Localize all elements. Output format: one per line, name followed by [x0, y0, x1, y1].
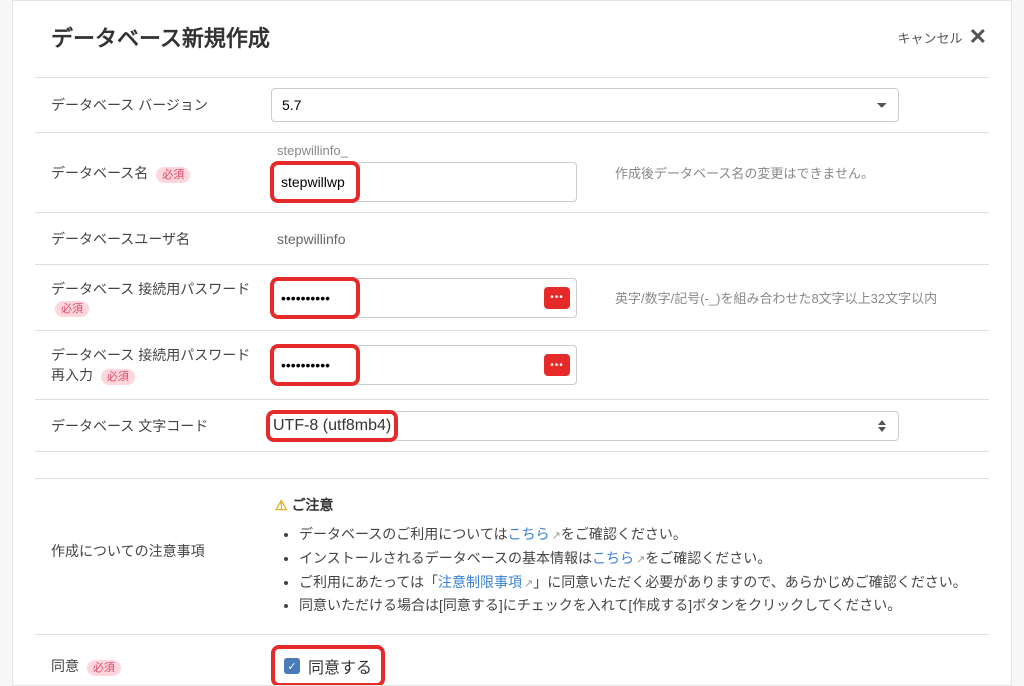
notice-item: データベースのご利用についてはこちら↗をご確認ください。 [299, 523, 967, 547]
required-badge: 必須 [101, 369, 135, 385]
row-agree: 同意 必須 ✓ 同意する [35, 635, 989, 686]
required-badge: 必須 [156, 167, 190, 183]
notice-heading: ⚠ご注意 [275, 495, 967, 515]
row-password: データベース 接続用パスワード 必須 ••• 英字/数字/記号(-_)を組み合わ… [35, 265, 989, 331]
row-version: データベース バージョン 5.7 [35, 78, 989, 133]
form-table: データベース バージョン 5.7 データベース名 必須 stepwillinfo… [35, 77, 989, 452]
required-badge: 必須 [87, 660, 121, 676]
create-database-modal: データベース新規作成 キャンセル ✕ データベース バージョン 5.7 データベ… [12, 0, 1012, 686]
label-charset: データベース 文字コード [35, 402, 267, 450]
notice-list: データベースのご利用についてはこちら↗をご確認ください。 インストールされるデー… [275, 523, 967, 618]
agree-highlight: ✓ 同意する [271, 645, 385, 686]
version-select[interactable]: 5.7 [271, 88, 899, 122]
toggle-password-visibility-icon[interactable]: ••• [544, 287, 570, 309]
charset-value: UTF-8 (utf8mb4) [273, 417, 391, 435]
label-version: データベース バージョン [35, 81, 267, 129]
cancel-label: キャンセル [898, 28, 963, 47]
dbname-highlight [270, 161, 360, 203]
notice-table: 作成についての注意事項 ⚠ご注意 データベースのご利用についてはこちら↗をご確認… [35, 478, 989, 686]
dbname-input[interactable] [277, 168, 353, 196]
label-password: データベース 接続用パスワード 必須 [35, 265, 267, 330]
dbname-help: 作成後データベース名の変更はできません。 [615, 163, 977, 182]
charset-select[interactable]: UTF-8 (utf8mb4) [267, 411, 899, 441]
charset-highlight: UTF-8 (utf8mb4) [266, 410, 398, 442]
notice-link[interactable]: こちら↗ [508, 526, 561, 542]
password-confirm-highlight [270, 344, 360, 386]
modal-header: データベース新規作成 キャンセル ✕ [13, 1, 1011, 77]
cancel-button[interactable]: キャンセル ✕ [898, 26, 987, 48]
row-password-confirm: データベース 接続用パスワード再入力 必須 ••• [35, 331, 989, 400]
row-dbuser: データベースユーザ名 stepwillinfo [35, 213, 989, 265]
row-notice: 作成についての注意事項 ⚠ご注意 データベースのご利用についてはこちら↗をご確認… [35, 479, 989, 635]
label-dbuser: データベースユーザ名 [35, 215, 267, 263]
row-dbname: データベース名 必須 stepwillinfo_ 作成後データベース名の変更はで… [35, 133, 989, 213]
external-link-icon: ↗ [636, 554, 645, 566]
label-agree: 同意 必須 [35, 642, 267, 686]
chevron-updown-icon [878, 420, 886, 432]
notice-link[interactable]: こちら↗ [592, 550, 645, 566]
required-badge: 必須 [55, 301, 89, 317]
password-help: 英字/数字/記号(-_)を組み合わせた8文字以上32文字以内 [615, 288, 977, 307]
password-input[interactable] [277, 284, 353, 312]
dbuser-value: stepwillinfo [271, 231, 345, 247]
agree-label: 同意する [308, 654, 372, 678]
external-link-icon: ↗ [524, 578, 533, 590]
toggle-password-confirm-visibility-icon[interactable]: ••• [544, 354, 570, 376]
password-highlight [270, 277, 360, 319]
warning-icon: ⚠ [275, 497, 288, 513]
notice-item: インストールされるデータベースの基本情報はこちら↗をご確認ください。 [299, 547, 967, 571]
close-icon: ✕ [969, 26, 987, 48]
label-dbname: データベース名 必須 [35, 149, 267, 197]
row-charset: データベース 文字コード UTF-8 (utf8mb4) [35, 400, 989, 452]
label-password-confirm: データベース 接続用パスワード再入力 必須 [35, 331, 267, 399]
notice-item: 同意いただける場合は[同意する]にチェックを入れて[作成する]ボタンをクリックし… [299, 594, 967, 618]
notice-link[interactable]: 注意制限事項↗ [438, 574, 533, 590]
label-notice: 作成についての注意事項 [35, 479, 267, 575]
modal-title: データベース新規作成 [51, 21, 270, 53]
notice-item: ご利用にあたっては「注意制限事項↗」に同意いただく必要がありますので、あらかじめ… [299, 571, 967, 595]
external-link-icon: ↗ [552, 530, 561, 542]
dbname-prefix: stepwillinfo_ [271, 143, 577, 158]
agree-checkbox[interactable]: ✓ [284, 658, 300, 674]
password-confirm-input[interactable] [277, 351, 353, 379]
